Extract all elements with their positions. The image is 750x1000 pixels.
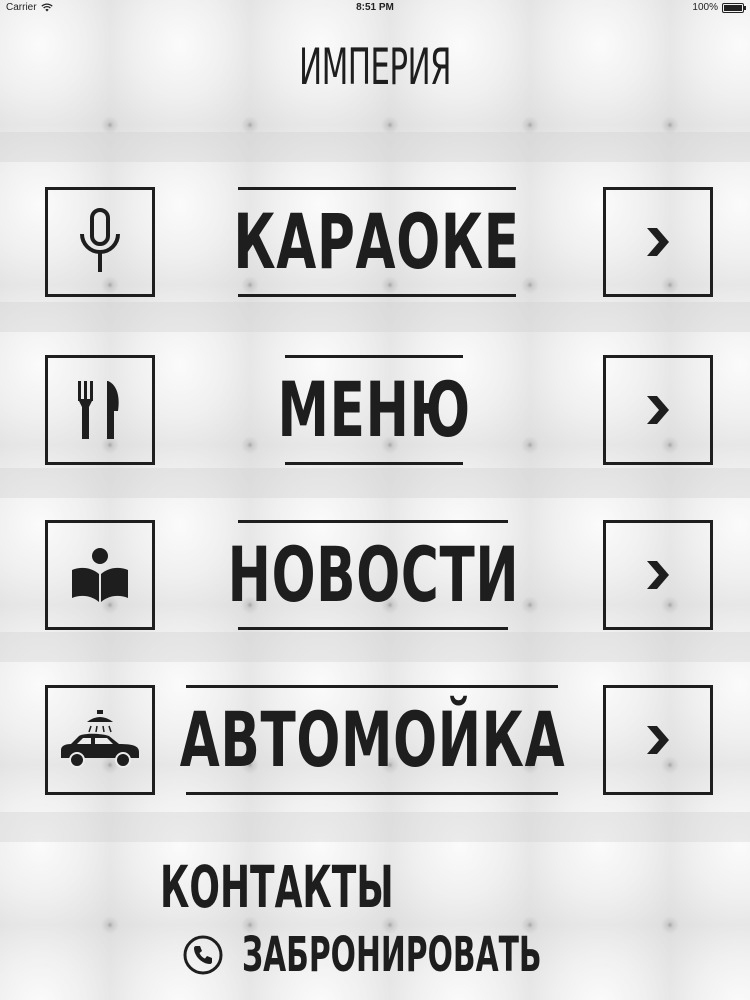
contacts-link[interactable]: КОНТАКТЫ (160, 858, 394, 916)
menu-item-car-wash[interactable]: АВТОМОЙКА (0, 685, 750, 803)
chevron-right-icon (647, 228, 669, 256)
chevron-right-icon (647, 561, 669, 589)
car-wash-icon (61, 710, 139, 768)
booking-button[interactable]: ЗАБРОНИРОВАТЬ (182, 925, 725, 985)
clock: 8:51 PM (356, 2, 394, 13)
phone-icon (183, 935, 223, 975)
menu-item-news[interactable]: НОВОСТИ (0, 520, 750, 638)
status-bar: Carrier 8:51 PM 100% (0, 0, 750, 18)
divider-band (0, 812, 750, 842)
karaoke-arrow-button[interactable] (603, 187, 713, 297)
karaoke-label-frame[interactable]: КАРАОКЕ (234, 187, 520, 297)
app-title: ИМПЕРИЯ (299, 38, 452, 96)
news-arrow-button[interactable] (603, 520, 713, 630)
news-icon-box[interactable] (45, 520, 155, 630)
menu-label: МЕНЮ (277, 365, 471, 454)
divider-band (0, 132, 750, 162)
menu-label: АВТОМОЙКА (179, 695, 565, 784)
karaoke-icon-box[interactable] (45, 187, 155, 297)
menu-label: НОВОСТИ (227, 530, 519, 619)
battery-icon (722, 2, 746, 13)
menu-arrow-button[interactable] (603, 355, 713, 465)
menu-item-karaoke[interactable]: КАРАОКЕ (0, 187, 750, 305)
menu-label-frame[interactable]: МЕНЮ (277, 355, 470, 465)
microphone-icon (80, 208, 120, 272)
news-label-frame[interactable]: НОВОСТИ (227, 520, 518, 630)
car-wash-icon-box[interactable] (45, 685, 155, 795)
divider-band (0, 302, 750, 332)
menu-label: КАРАОКЕ (233, 197, 521, 286)
chevron-right-icon (647, 396, 669, 424)
battery-percent: 100% (692, 2, 718, 13)
battery-info: 100% (692, 2, 746, 13)
car-wash-label-frame[interactable]: АВТОМОЙКА (179, 685, 564, 795)
reader-icon (72, 548, 128, 602)
car-wash-arrow-button[interactable] (603, 685, 713, 795)
booking-label: ЗАБРОНИРОВАТЬ (242, 927, 542, 983)
menu-item-menu[interactable]: МЕНЮ (0, 355, 750, 473)
menu-icon-box[interactable] (45, 355, 155, 465)
fork-knife-icon (78, 381, 119, 439)
chevron-right-icon (647, 726, 669, 754)
